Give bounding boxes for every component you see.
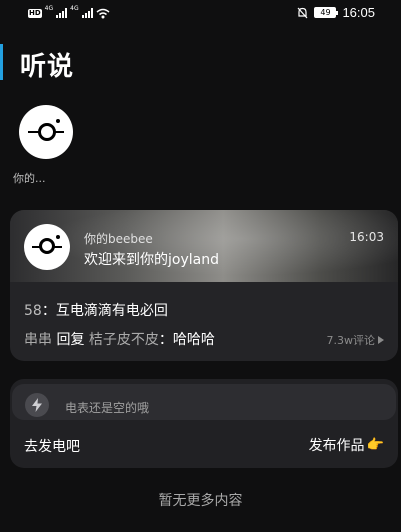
post-card[interactable]: 你的beebee 欢迎来到你的joyland 16:03 58：互电滴滴有电必回… xyxy=(10,210,398,361)
generate-power-button[interactable]: 去发电吧 xyxy=(24,436,80,456)
network-type-label-2: 4G xyxy=(70,5,79,12)
post-text: ：互电滴滴有电必回 xyxy=(41,303,168,319)
signal-icon-2 xyxy=(81,8,93,18)
wifi-icon xyxy=(96,8,110,18)
status-time: 16:05 xyxy=(342,5,375,20)
pointing-hand-icon: 👉 xyxy=(366,437,384,453)
publish-work-button[interactable]: 发布作品 👉 xyxy=(309,435,384,455)
battery-icon: 49 xyxy=(314,7,339,18)
post-timestamp: 16:03 xyxy=(349,230,384,244)
publish-label: 发布作品 xyxy=(308,438,365,454)
energy-card: 电表还是空的哦 去发电吧 发布作品 👉 xyxy=(10,379,398,468)
play-arrow-icon xyxy=(378,336,384,344)
energy-status-text: 电表还是空的哦 xyxy=(65,401,150,415)
mute-bell-icon xyxy=(298,7,308,18)
signal-icon xyxy=(56,8,68,18)
profile-caption: 你的... xyxy=(13,172,46,185)
hd-voice-icon: HD xyxy=(28,8,42,18)
post-welcome-text: 欢迎来到你的joyland xyxy=(84,252,219,268)
post-author-avatar[interactable] xyxy=(24,224,70,270)
commenter-name: 串串 xyxy=(24,332,52,348)
profile-avatar[interactable] xyxy=(19,105,73,159)
reply-word: 回复 xyxy=(56,332,85,348)
no-more-content-text: 暂无更多内容 xyxy=(158,493,243,509)
status-left-icons: HD 4G 4G xyxy=(28,6,110,20)
planet-logo-icon xyxy=(24,224,70,270)
comment-count-link[interactable]: 7.3w评论 xyxy=(326,332,384,348)
lightning-icon xyxy=(25,393,49,417)
status-right-icons: 49 16:05 xyxy=(297,5,375,20)
post-content[interactable]: 58：互电滴滴有电必回 xyxy=(24,300,168,320)
page-title: 听说 xyxy=(20,52,75,82)
network-type-label: 4G xyxy=(44,5,54,12)
active-edge-indicator xyxy=(0,44,3,80)
planet-logo-icon xyxy=(19,105,73,159)
post-number: 58 xyxy=(24,303,42,319)
comment-preview[interactable]: 串串 回复 桔子皮不皮：哈哈哈 xyxy=(24,329,215,349)
status-bar: HD 4G 4G 49 16:05 xyxy=(0,0,401,26)
comment-count: 7.3w评论 xyxy=(326,334,376,347)
reply-target-name: 桔子皮不皮 xyxy=(88,332,159,348)
comment-text: ：哈哈哈 xyxy=(158,332,215,348)
post-author-name[interactable]: 你的beebee xyxy=(84,230,153,247)
